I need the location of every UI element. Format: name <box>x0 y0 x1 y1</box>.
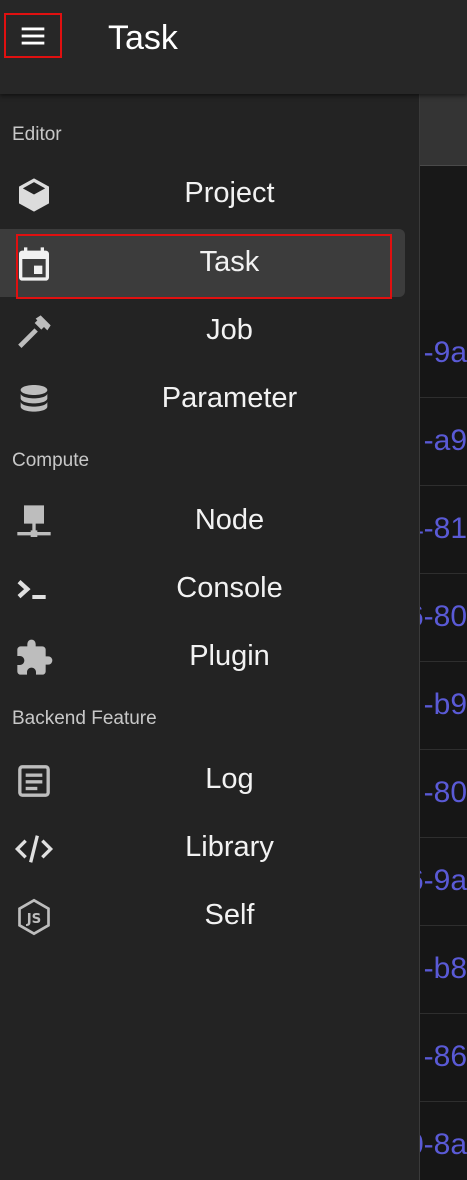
nav-item-label: Parameter <box>161 382 298 414</box>
section-title-editor: Editor <box>12 124 62 145</box>
nav-item-console[interactable]: Console <box>0 555 405 623</box>
cube-icon <box>14 175 54 215</box>
section-title-compute: Compute <box>12 450 90 471</box>
database-icon <box>14 380 54 420</box>
nav-item-node[interactable]: Node <box>0 487 405 555</box>
nav-item-parameter[interactable]: Parameter <box>0 365 405 433</box>
hamburger-menu-icon <box>21 27 45 44</box>
svg-text:JS: JS <box>26 912 42 927</box>
page-title: Task <box>108 19 178 57</box>
nav-item-label: Console <box>176 572 283 604</box>
code-icon <box>14 829 54 869</box>
nav-item-self[interactable]: JS Self <box>0 882 405 950</box>
nav-item-log[interactable]: Log <box>0 746 405 814</box>
nav-item-label: Library <box>185 831 274 863</box>
nav-item-label: Log <box>205 763 254 795</box>
nav-item-label: Project <box>184 177 275 209</box>
nav-item-library[interactable]: Library <box>0 814 405 882</box>
menu-button[interactable] <box>4 13 62 58</box>
nav-item-task[interactable]: Task <box>0 229 405 299</box>
hammer-icon <box>14 312 54 352</box>
nav-item-label: Plugin <box>189 640 270 672</box>
nav-item-label: Self <box>204 899 255 931</box>
nav-item-label: Node <box>194 504 265 536</box>
log-icon <box>14 761 54 801</box>
selection-highlight <box>16 234 392 299</box>
network-node-icon <box>14 502 54 542</box>
section-title-backend-feature: Backend Feature <box>12 708 157 729</box>
nav-item-project[interactable]: Project <box>0 160 405 228</box>
nav-item-label: Job <box>206 314 253 346</box>
navigation-drawer: Editor Project Task Job Parameter Comput… <box>0 94 420 1180</box>
nav-item-plugin[interactable]: Plugin <box>0 623 405 691</box>
nav-item-job[interactable]: Job <box>0 297 405 365</box>
puzzle-icon <box>14 638 54 678</box>
nodejs-icon: JS <box>14 897 54 937</box>
console-icon <box>14 570 54 610</box>
app-bar: Task <box>0 0 467 94</box>
